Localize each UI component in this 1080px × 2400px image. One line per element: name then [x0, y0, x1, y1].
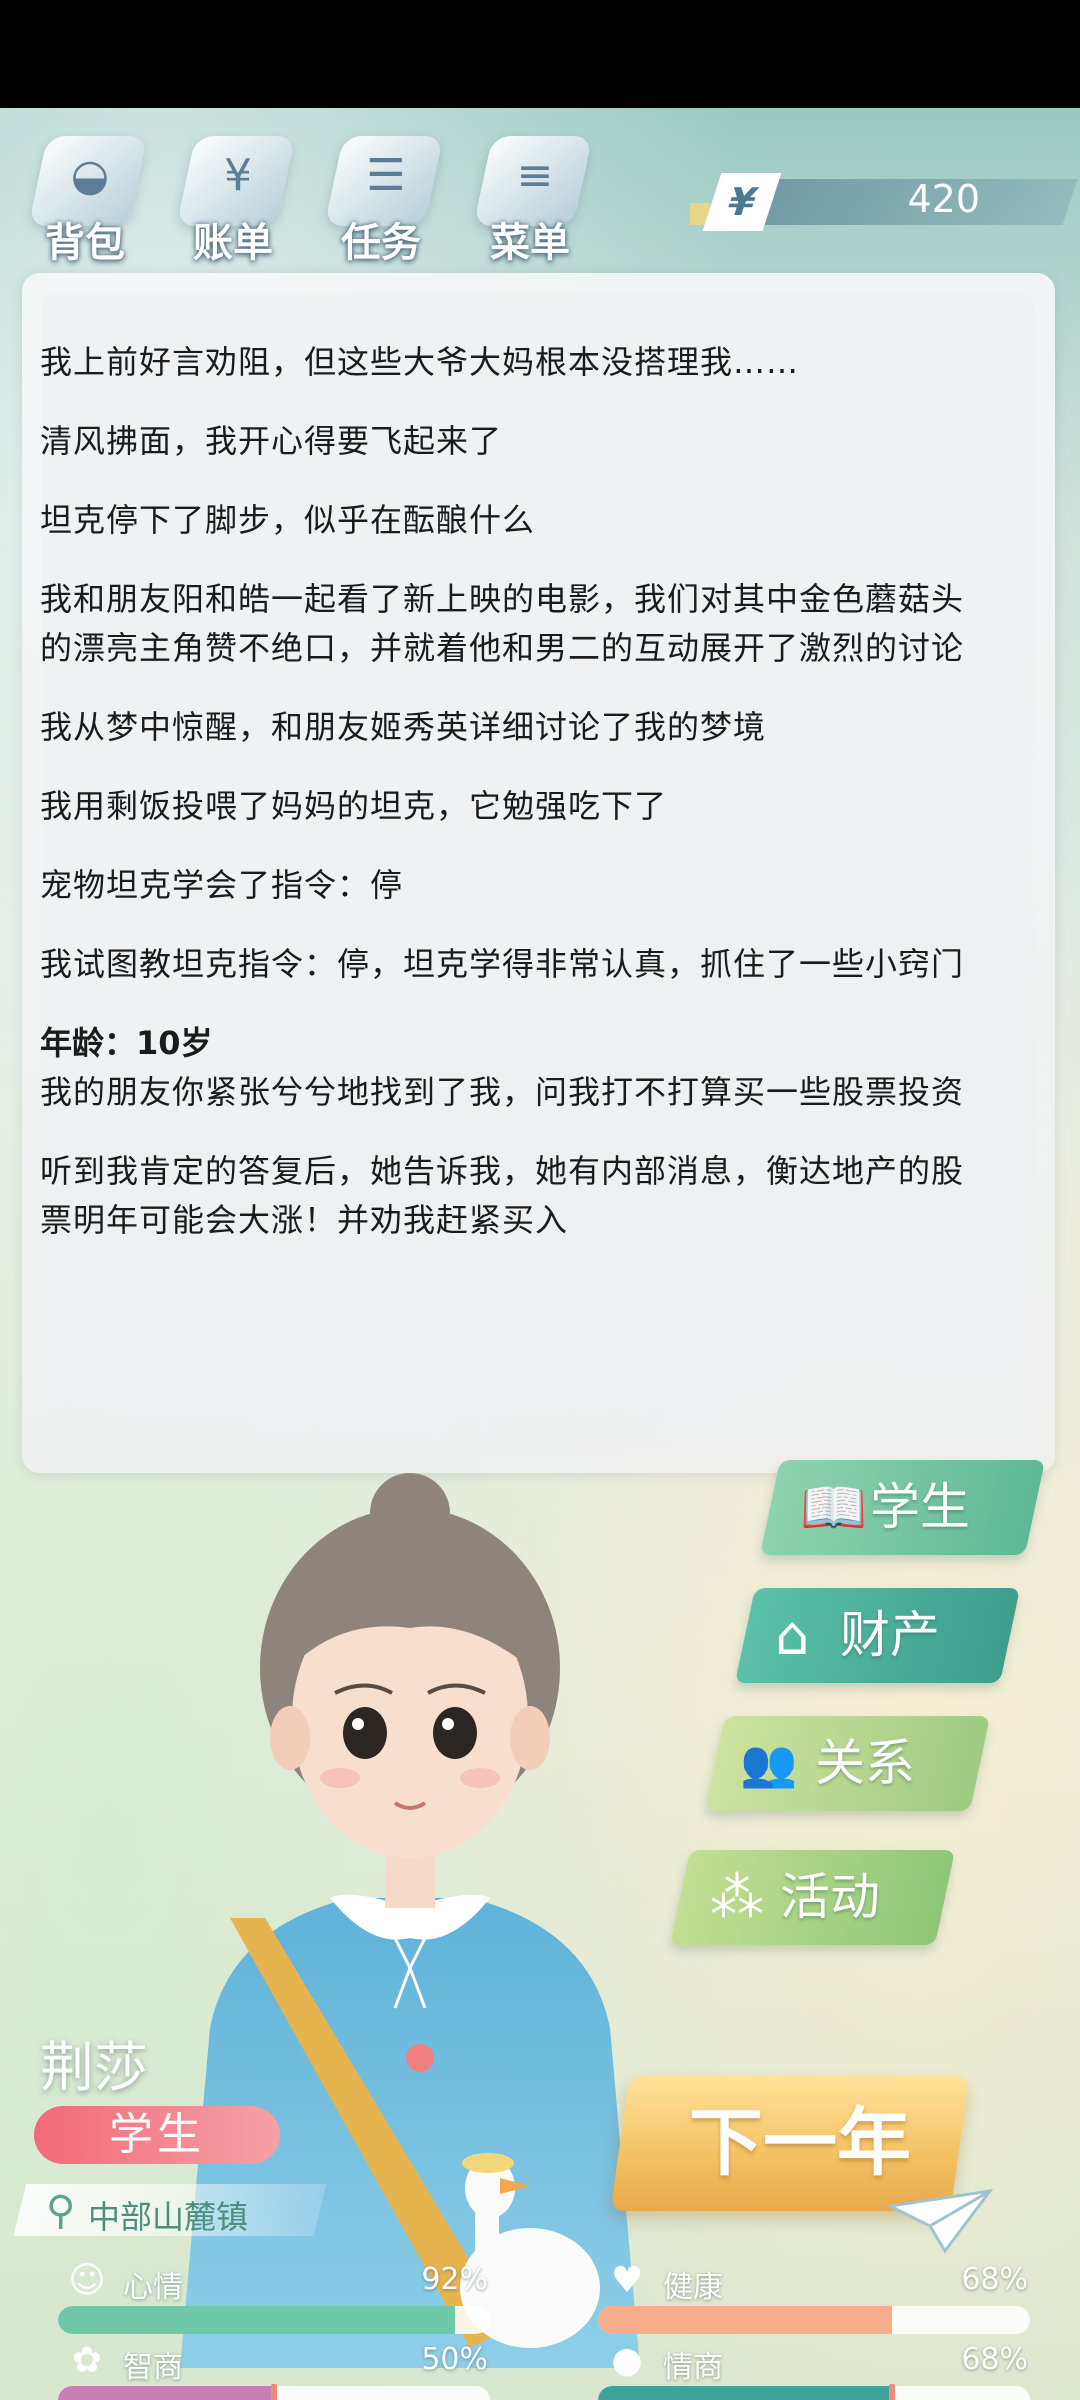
stat-iq: ✿ 智商 50%: [28, 2340, 490, 2400]
location-pin-icon: ⚲: [46, 2188, 76, 2234]
log-line: 我和朋友阳和皓一起看了新上映的电影，我们对其中金色蘑菇头的漂亮主角赞不绝口，并就…: [40, 580, 965, 667]
relationship-button-label: 关系: [815, 1734, 915, 1792]
stat-label: 情商: [663, 2350, 723, 2385]
stat-track: [598, 2306, 1030, 2334]
toolbar-task[interactable]: ☰ 任务: [316, 118, 446, 268]
player-role-badge: 学生: [34, 2106, 280, 2164]
toolbar-bag[interactable]: ◒ 背包: [20, 118, 150, 268]
stat-percent: 50%: [421, 2342, 488, 2377]
log-line: 听到我肯定的答复后，她告诉我，她有内部消息，衡达地产的股票明年可能会大涨！并劝我…: [40, 1152, 965, 1239]
people-icon: 👥: [740, 1736, 798, 1790]
log-line: 我试图教坦克指令：停，坦克学得非常认真，抓住了一些小窍门: [40, 945, 965, 983]
event-log[interactable]: 我上前好言劝阻，但这些大爷大妈根本没搭理我…… 清风拂面，我开心得要飞起来了 坦…: [40, 338, 990, 1275]
task-icon: ☰: [366, 150, 406, 201]
stat-percent: 68%: [961, 2262, 1028, 2297]
money-value: 420: [907, 177, 980, 221]
stat-label: 智商: [123, 2350, 183, 2385]
age-heading: 年龄：10岁: [40, 1024, 213, 1062]
brain-icon: ✿: [71, 2340, 103, 2381]
activity-button[interactable]: ⁂ 活动: [669, 1850, 956, 1945]
game-scene: ◒ 背包 ¥ 账单 ☰ 任务 ≡ 菜单 ¥ 420 我上前好言劝阻，但这些大爷大…: [0, 108, 1080, 2400]
book-icon: 📖: [800, 1476, 868, 1539]
heart-icon: ♥: [610, 2260, 644, 2301]
stat-marker: [888, 2384, 895, 2400]
bill-icon: ¥: [224, 150, 252, 201]
stat-mood: ☺ 心情 92%: [28, 2260, 490, 2334]
stat-eq: ● 情商 68%: [568, 2340, 1030, 2400]
log-line: 清风拂面，我开心得要飞起来了: [40, 422, 503, 460]
smile-icon: ☺: [68, 2260, 106, 2301]
stat-fill: [58, 2306, 456, 2334]
relationship-button[interactable]: 👥 关系: [704, 1716, 991, 1811]
stat-percent: 68%: [961, 2342, 1028, 2377]
log-line: 我上前好言劝阻，但这些大爷大妈根本没搭理我……: [40, 343, 800, 381]
apple-icon: ●: [611, 2340, 643, 2381]
activity-button-label: 活动: [780, 1868, 880, 1926]
toolbar-task-label: 任务: [341, 220, 421, 266]
log-line: 我用剩饭投喂了妈妈的坦克，它勉强吃下了: [40, 787, 668, 825]
log-line: 宠物坦克学会了指令：停: [40, 866, 404, 904]
toolbar-menu[interactable]: ≡ 菜单: [465, 118, 595, 268]
student-button-label: 学生: [870, 1478, 970, 1536]
stat-marker: [271, 2384, 277, 2400]
toolbar-bill-label: 账单: [193, 220, 273, 266]
player-location: 中部山麓镇: [88, 2198, 249, 2236]
log-line: 我的朋友你紧张兮兮地找到了我，问我打不打算买一些股票投资: [40, 1073, 965, 1111]
house-icon: ⌂: [775, 1604, 810, 1667]
stat-label: 心情: [123, 2270, 183, 2305]
stat-label: 健康: [663, 2270, 723, 2305]
toolbar-bag-label: 背包: [45, 220, 125, 266]
log-line: 我从梦中惊醒，和朋友姬秀英详细讨论了我的梦境: [40, 708, 767, 746]
bag-icon: ◒: [70, 150, 110, 201]
activity-icon: ⁂: [710, 1866, 764, 1929]
player-name: 荆莎: [40, 2036, 148, 2099]
money-display: ¥ 420: [690, 173, 1078, 231]
menu-icon: ≡: [516, 150, 554, 201]
log-line: 坦克停下了脚步，似乎在酝酿什么: [40, 501, 536, 539]
toolbar-menu-label: 菜单: [490, 220, 570, 266]
stat-track: [58, 2306, 490, 2334]
stat-track: [598, 2386, 1030, 2400]
property-button[interactable]: ⌂ 财产: [734, 1588, 1021, 1683]
stat-fill: [598, 2306, 892, 2334]
student-button[interactable]: 📖 学生: [759, 1460, 1046, 1555]
property-button-label: 财产: [840, 1606, 940, 1664]
stat-fill: [598, 2386, 892, 2400]
stats-panel: ☺心情92%♥健康68%✿智商50%●情商68%✦魅力76%⚖道德36%: [28, 2260, 1052, 2400]
toolbar-bill[interactable]: ¥ 账单: [168, 118, 298, 268]
stat-health: ♥ 健康 68%: [568, 2260, 1030, 2334]
paper-plane-icon: [885, 2188, 994, 2254]
stat-fill: [58, 2386, 274, 2400]
stat-percent: 92%: [421, 2262, 488, 2297]
